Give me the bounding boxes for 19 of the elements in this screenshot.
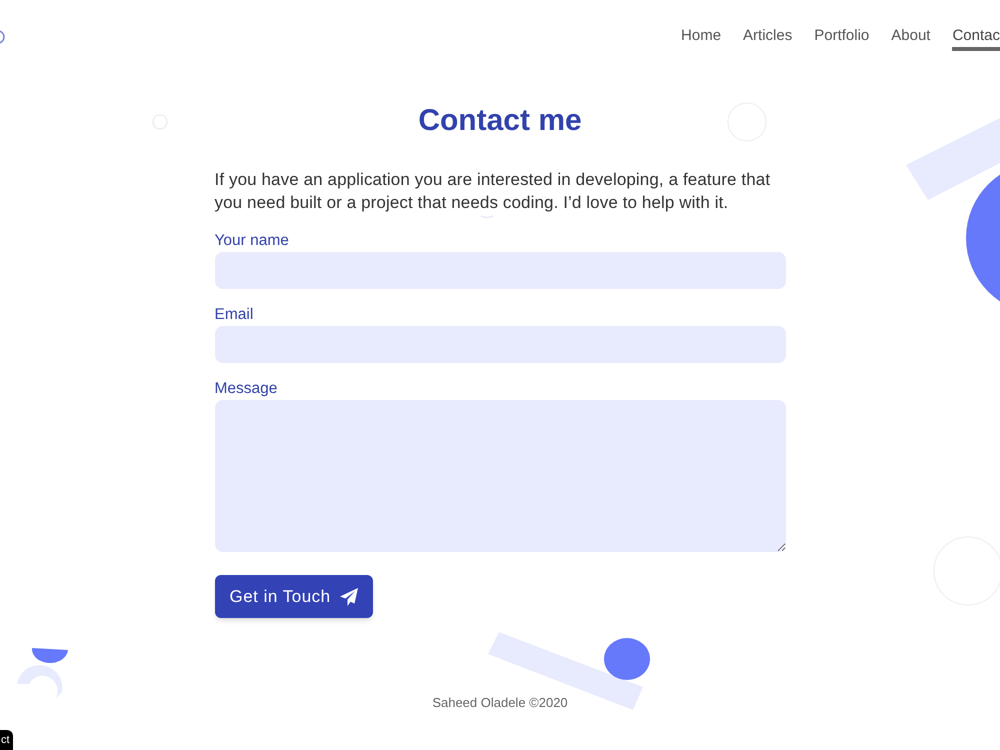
nav-link[interactable]: Contac <box>952 26 1000 51</box>
field-label: Email <box>214 305 254 325</box>
page-title: Contact me <box>418 103 582 139</box>
nav-link[interactable]: Portfolio <box>814 26 870 51</box>
field-label: Message <box>214 379 278 399</box>
circle-decoration <box>604 638 650 680</box>
nav-link[interactable]: About <box>891 26 930 51</box>
message-field[interactable] <box>214 400 786 552</box>
intro-paragraph: If you have an application you are interested in developing, a feature that you need built or a project that needs coding. I’d love to help with it. <box>214 169 772 214</box>
nav-link[interactable]: Home <box>681 26 722 51</box>
nav-link[interactable]: Articles <box>743 26 792 51</box>
half-circle-decoration <box>32 648 68 664</box>
footer-copyright: Saheed Oladele ©2020 <box>432 694 568 712</box>
paper-plane-icon <box>340 588 358 606</box>
get-in-touch-button[interactable]: Get in Touch <box>214 575 373 618</box>
field-label: Your name <box>214 231 290 251</box>
outline-circle-decoration <box>0 30 5 44</box>
corner-tag: ct <box>0 730 13 750</box>
outline-circle-decoration <box>152 114 168 130</box>
